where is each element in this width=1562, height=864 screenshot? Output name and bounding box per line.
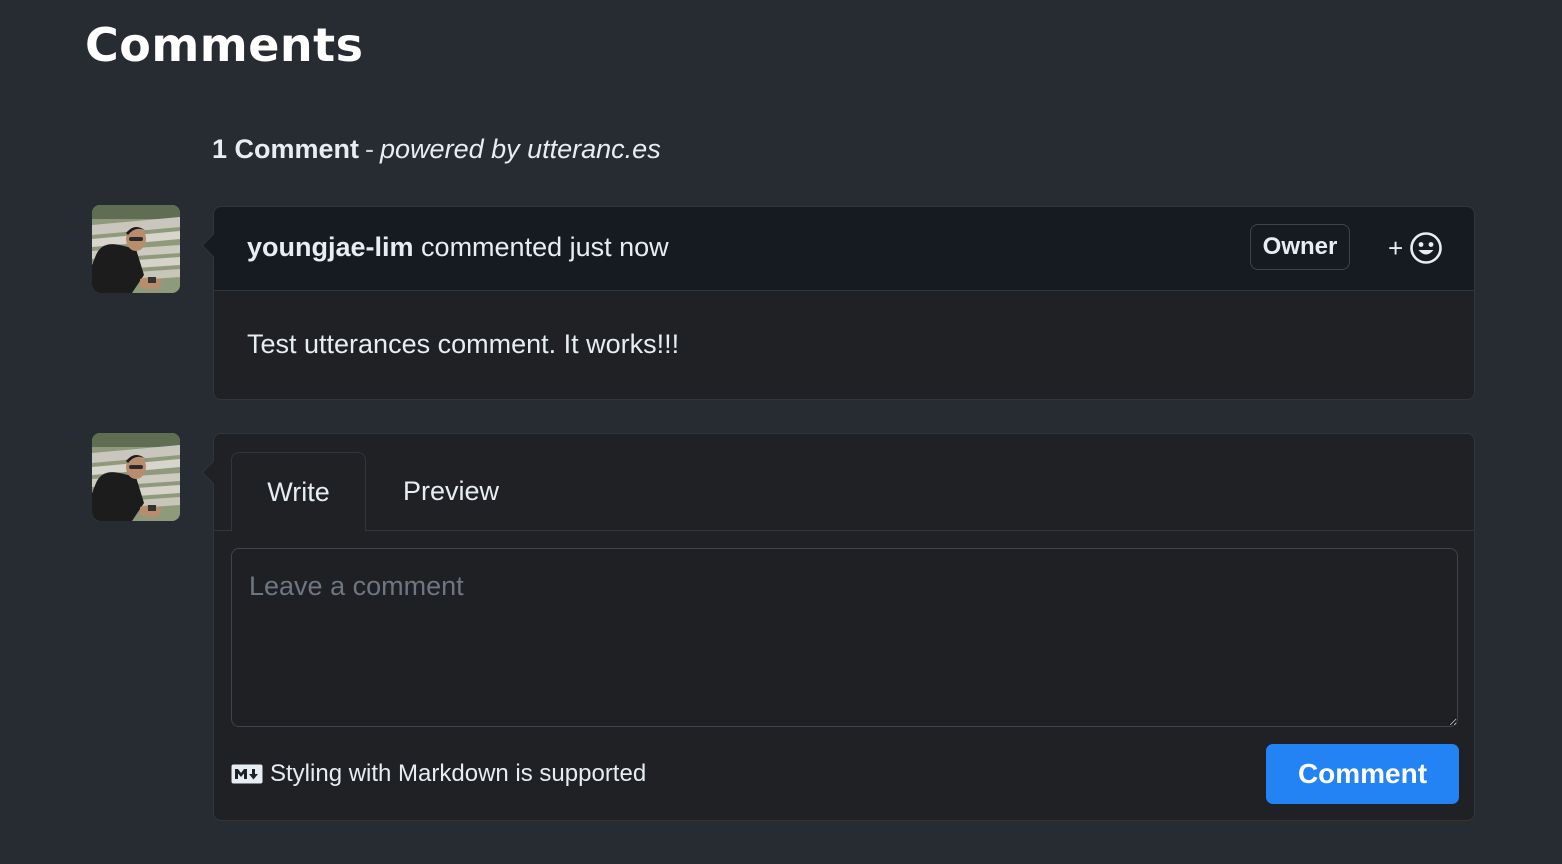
- comment-count: 1 Comment: [212, 134, 360, 164]
- markdown-support-note[interactable]: Styling with Markdown is supported: [231, 760, 646, 788]
- tab-preview[interactable]: Preview: [384, 452, 518, 531]
- page-title: Comments: [85, 18, 364, 72]
- submit-comment-button[interactable]: Comment: [1266, 744, 1459, 804]
- markdown-note-text: Styling with Markdown is supported: [270, 760, 647, 787]
- commenter-avatar[interactable]: [92, 205, 180, 293]
- owner-badge: Owner: [1250, 224, 1350, 270]
- comment-timestamp[interactable]: commented just now: [421, 232, 669, 262]
- comment-body: Test utterances comment. It works!!!: [247, 329, 680, 359]
- smiley-icon: [1410, 232, 1442, 264]
- markdown-icon: [231, 764, 263, 784]
- add-reaction-button[interactable]: +: [1388, 231, 1446, 267]
- composer-tabs: Write Preview: [214, 434, 1474, 532]
- tab-write[interactable]: Write: [231, 452, 366, 532]
- current-user-avatar[interactable]: [92, 433, 180, 521]
- comment-byline: youngjae-lim commented just now: [247, 232, 669, 263]
- powered-by-text: powered by utteranc.es: [380, 134, 661, 164]
- avatar-photo: [92, 433, 180, 521]
- plus-icon: +: [1388, 233, 1404, 263]
- comment-composer: Write Preview Styling with Markdown is s…: [201, 433, 1475, 821]
- comment-header: youngjae-lim commented just now Owner +: [214, 207, 1474, 291]
- separator: -: [365, 134, 375, 164]
- comment-author-link[interactable]: youngjae-lim: [247, 232, 414, 262]
- comment-count-header: 1 Comment - powered by utteranc.es: [212, 134, 661, 165]
- avatar-photo: [92, 205, 180, 293]
- comment-card: youngjae-lim commented just now Owner + …: [201, 206, 1475, 400]
- comment-textarea[interactable]: [231, 548, 1458, 727]
